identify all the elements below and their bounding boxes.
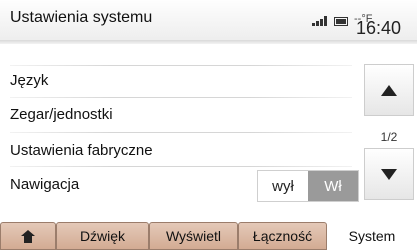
toggle-on-option[interactable]: Wł: [308, 171, 358, 201]
toggle-off-option[interactable]: wył: [258, 171, 308, 201]
tab-bar: Dźwięk Wyświetl Łączność System: [0, 221, 417, 250]
status-header: Ustawienia systemu --°F 16:40: [0, 0, 417, 44]
scroll-up-button[interactable]: [364, 64, 414, 116]
tab-display[interactable]: Wyświetl: [149, 222, 238, 250]
header-divider: [0, 40, 417, 44]
home-icon: [21, 229, 35, 243]
page-title: Ustawienia systemu: [10, 9, 153, 26]
triangle-down-icon: [381, 168, 397, 180]
tab-connectivity[interactable]: Łączność: [238, 222, 327, 250]
tab-sound[interactable]: Dźwięk: [56, 222, 149, 250]
tab-home[interactable]: [0, 222, 56, 250]
scroll-down-button[interactable]: [364, 148, 414, 200]
menu-item-factory-settings[interactable]: Ustawienia fabryczne: [10, 142, 153, 159]
tab-system[interactable]: System: [327, 221, 417, 250]
navigation-toggle[interactable]: wył Wł: [257, 170, 359, 202]
divider: [10, 65, 352, 66]
triangle-up-icon: [381, 84, 397, 96]
divider: [10, 166, 352, 167]
signal-icon: [312, 16, 328, 26]
page-indicator: 1/2: [380, 130, 398, 144]
divider: [10, 97, 352, 98]
menu-item-navigation[interactable]: Nawigacja: [10, 176, 79, 193]
menu-item-language[interactable]: Język: [10, 72, 48, 89]
divider: [10, 132, 352, 133]
clock: 16:40: [356, 18, 402, 38]
menu-item-clock-units[interactable]: Zegar/jednostki: [10, 106, 113, 123]
battery-icon: [334, 17, 348, 26]
